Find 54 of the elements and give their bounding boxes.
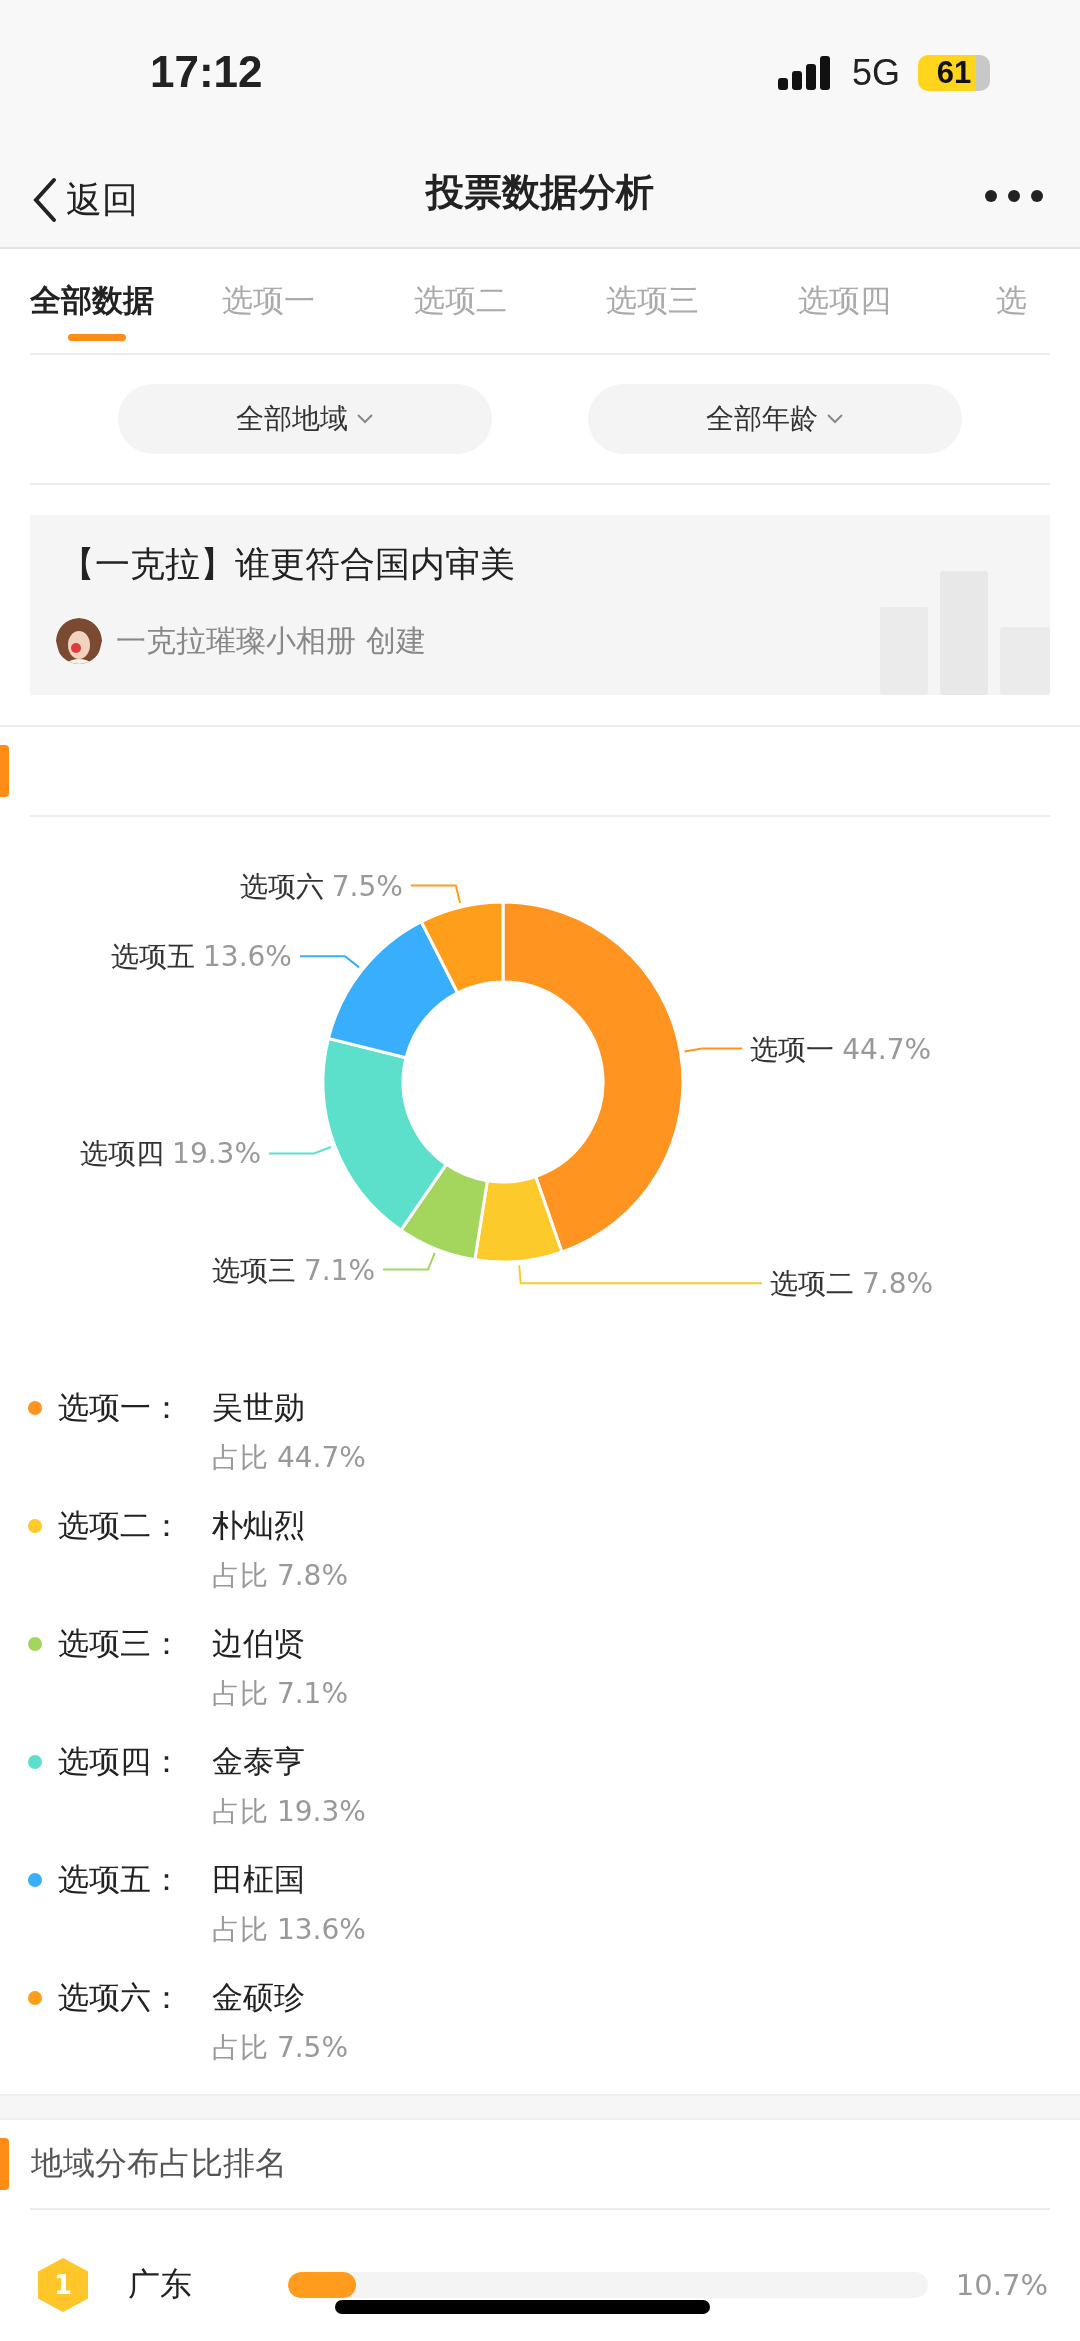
legend-name: 田柾国 (212, 1860, 306, 1899)
network-label: 5G (851, 51, 900, 94)
tab[interactable]: 选 (996, 261, 1036, 341)
caret-icon (356, 413, 374, 425)
legend-name: 吴世勋 (212, 1388, 306, 1427)
legend-share: 占比 7.8% (212, 1558, 350, 1594)
chart-label: 选项四 19.3% (80, 1137, 262, 1171)
section-title: 地域分布占比排名 (31, 2143, 287, 2184)
legend-option: 选项四： (58, 1741, 212, 1783)
legend-option: 选项一： (58, 1387, 212, 1429)
tab[interactable]: 选项二 (414, 261, 606, 341)
legend-option: 选项三： (58, 1623, 212, 1665)
legend-share: 占比 44.7% (212, 1440, 367, 1476)
more-icon[interactable] (984, 189, 1044, 203)
filter-dropdown[interactable]: 全部地域 (118, 384, 492, 454)
page-title: 投票数据分析 (426, 169, 654, 216)
section-accent (0, 745, 9, 797)
leader-line (382, 1251, 436, 1271)
chart-label: 选项三 7.1% (211, 1253, 376, 1287)
tab[interactable]: 全部数据 (30, 261, 222, 341)
legend-option: 选项六： (58, 1977, 212, 2019)
legend-share: 占比 7.1% (212, 1676, 350, 1712)
leader-line (268, 1146, 332, 1155)
tab[interactable]: 选项一 (222, 261, 414, 341)
legend-share: 占比 7.5% (212, 2030, 350, 2066)
region-name: 广东 (128, 2264, 193, 2305)
battery-icon: 61 (918, 54, 990, 91)
legend-name: 金泰亨 (212, 1742, 306, 1781)
filter-dropdown[interactable]: 全部年龄 (588, 384, 962, 454)
legend-option: 选项二： (58, 1505, 212, 1547)
legend-name: 朴灿烈 (212, 1506, 306, 1545)
legend-option: 选项五： (58, 1859, 212, 1901)
legend-share: 占比 13.6% (212, 1912, 367, 1948)
status-time: 17:12 (150, 46, 263, 97)
section-accent (0, 2138, 9, 2190)
caret-icon (826, 413, 844, 425)
creator-text: 一克拉璀璨小相册 创建 (116, 621, 426, 660)
tab[interactable]: 选项三 (606, 261, 798, 341)
back-button[interactable]: 返回 (32, 175, 138, 225)
leader-line (683, 1047, 744, 1053)
chart-label: 选项一 44.7% (750, 1032, 932, 1066)
back-icon (32, 177, 58, 223)
chart-label: 选项五 13.6% (111, 940, 292, 974)
legend-share: 占比 19.3% (212, 1794, 367, 1830)
poll-title: 【一克拉】谁更符合国内审美 (60, 543, 516, 586)
region-share: 10.7% (955, 2268, 1048, 2302)
tab[interactable]: 选项四 (798, 261, 990, 341)
leader-line (298, 955, 361, 969)
legend-name: 边伯贤 (212, 1624, 306, 1663)
chart-label: 选项六 7.5% (239, 869, 403, 903)
legend-name: 金硕珍 (212, 1978, 306, 2017)
chart-label: 选项二 7.8% (770, 1267, 934, 1301)
leader-line (409, 884, 462, 905)
rank-badge: 1 (38, 2258, 88, 2312)
